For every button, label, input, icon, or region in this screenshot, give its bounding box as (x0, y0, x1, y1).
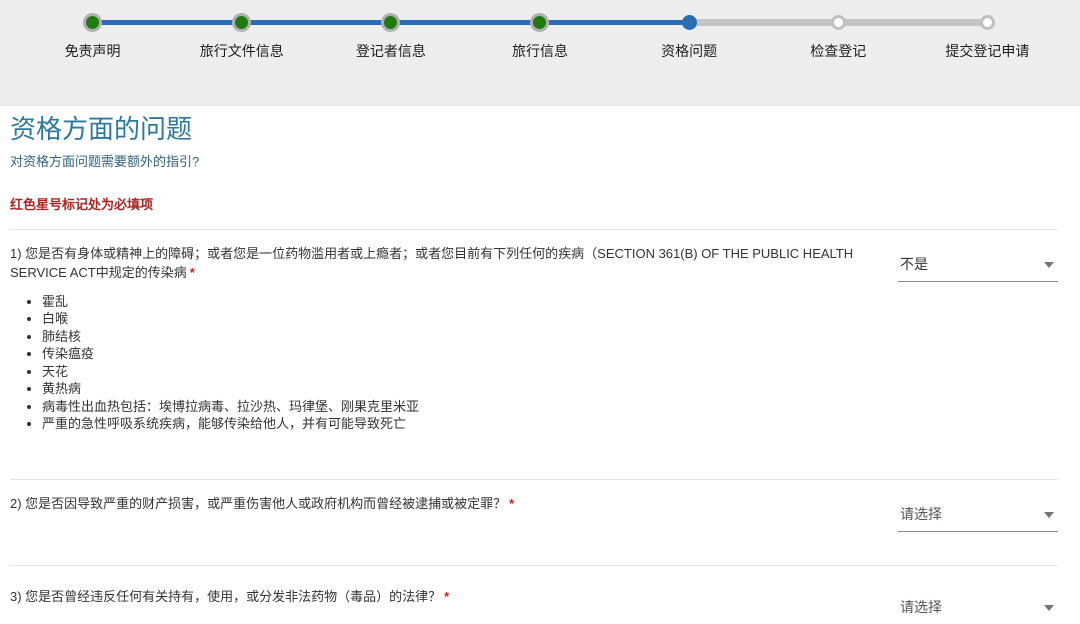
list-item: 黄热病 (42, 380, 1058, 398)
required-fields-note: 红色星号标记处为必填项 (10, 194, 1058, 213)
step-dot-current-icon (682, 15, 697, 30)
chevron-down-icon (1044, 512, 1054, 518)
list-item: 霍乱 (42, 293, 1058, 311)
question-2-select-value: 请选择 (900, 504, 942, 524)
question-1-text: 1) 您是否有身体或精神上的障碍；或者您是一位药物滥用者或上瘾者；或者您目前有下… (10, 244, 878, 283)
stepper-step-registrant-info: 登记者信息 (316, 14, 465, 61)
required-asterisk: * (509, 496, 514, 511)
stepper-step-submit: 提交登记申请 (913, 14, 1062, 61)
step-label: 资格问题 (615, 41, 764, 61)
list-item: 病毒性出血热包括：埃博拉病毒、拉沙热、玛律堡、刚果克里米亚 (42, 398, 1058, 416)
list-item: 天花 (42, 363, 1058, 381)
question-1-select-value: 不是 (900, 254, 928, 274)
question-block-2: 2) 您是否因导致严重的财产损害，或严重伤害他人或政府机构而曾经被逮捕或被定罪？… (10, 480, 1058, 565)
step-dot-complete-icon (86, 16, 99, 29)
list-item: 白喉 (42, 310, 1058, 328)
eligibility-help-link[interactable]: 对资格方面问题需要额外的指引? (10, 151, 199, 170)
question-block-1: 1) 您是否有身体或精神上的障碍；或者您是一位药物滥用者或上瘾者；或者您目前有下… (10, 230, 1058, 479)
required-asterisk: * (444, 589, 449, 604)
step-dot-future-icon (831, 15, 846, 30)
stepper-step-disclaimer: 免责声明 (18, 14, 167, 61)
stepper-step-travel-document: 旅行文件信息 (167, 14, 316, 61)
list-item: 严重的急性呼吸系统疾病，能够传染给他人，并有可能导致死亡 (42, 415, 1058, 433)
list-item: 传染瘟疫 (42, 345, 1058, 363)
question-2-select[interactable]: 请选择 (898, 502, 1058, 532)
step-label: 旅行文件信息 (167, 41, 316, 61)
wizard-header: 免责声明 旅行文件信息 登记者信息 旅行信息 资格问题 检查登记 提交登记申请 (0, 0, 1080, 106)
chevron-down-icon (1044, 262, 1054, 268)
step-dot-complete-icon (384, 16, 397, 29)
list-item: 肺结核 (42, 328, 1058, 346)
progress-stepper: 免责声明 旅行文件信息 登记者信息 旅行信息 资格问题 检查登记 提交登记申请 (18, 14, 1062, 61)
step-dot-future-icon (980, 15, 995, 30)
step-label: 旅行信息 (465, 41, 614, 61)
stepper-step-travel-info: 旅行信息 (465, 14, 614, 61)
step-label: 提交登记申请 (913, 41, 1062, 61)
required-asterisk: * (190, 265, 195, 280)
step-label: 登记者信息 (316, 41, 465, 61)
disease-list: 霍乱 白喉 肺结核 传染瘟疫 天花 黄热病 病毒性出血热包括：埃博拉病毒、拉沙热… (42, 293, 1058, 433)
step-dot-complete-icon (533, 16, 546, 29)
question-1-select[interactable]: 不是 (898, 252, 1058, 282)
question-2-text: 2) 您是否因导致严重的财产损害，或严重伤害他人或政府机构而曾经被逮捕或被定罪？… (10, 494, 878, 514)
step-dot-complete-icon (235, 16, 248, 29)
step-label: 检查登记 (764, 41, 913, 61)
question-block-3: 3) 您是否曾经违反任何有关持有，使用，或分发非法药物（毒品）的法律？* 请选择 (10, 566, 1058, 624)
chevron-down-icon (1044, 605, 1054, 611)
step-label: 免责声明 (18, 41, 167, 61)
question-3-select-value: 请选择 (900, 597, 942, 617)
stepper-step-eligibility: 资格问题 (615, 14, 764, 61)
stepper-step-review: 检查登记 (764, 14, 913, 61)
eligibility-form: 资格方面的问题 对资格方面问题需要额外的指引? 红色星号标记处为必填项 1) 您… (0, 106, 1080, 624)
question-3-text: 3) 您是否曾经违反任何有关持有，使用，或分发非法药物（毒品）的法律？* (10, 587, 878, 607)
page-title: 资格方面的问题 (10, 113, 1058, 146)
question-3-select[interactable]: 请选择 (898, 595, 1058, 624)
